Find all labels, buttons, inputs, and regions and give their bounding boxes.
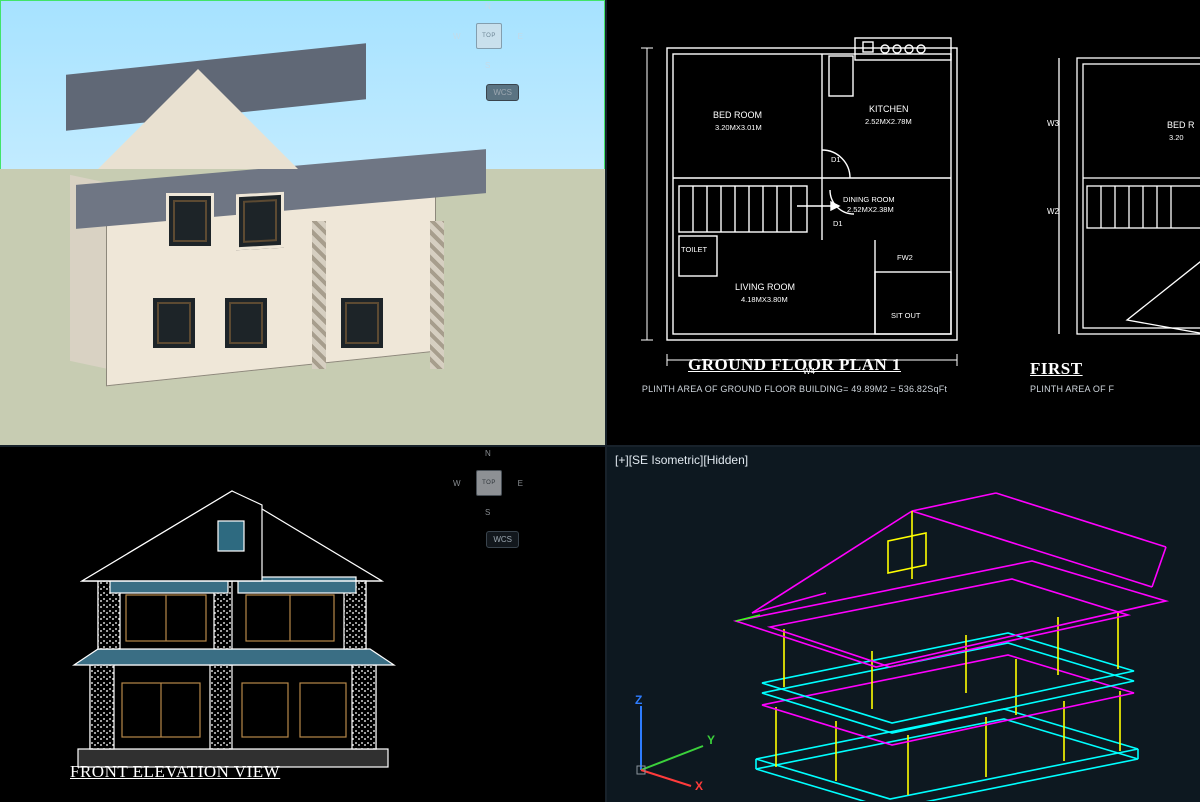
isometric-wireframe [666,471,1186,801]
viewport-controls: [+][SE Isometric][Hidden] [615,453,748,467]
room-toilet-label: TOILET [681,245,708,254]
plan2-title: FIRST [1030,359,1200,379]
door-fw2: FW2 [897,253,913,262]
room-living-label: LIVING ROOM [735,282,795,292]
room-kitchen-dim: 2.52MX2.78M [865,117,912,126]
ucs-y: Y [707,733,715,747]
viewcube-w: W [453,32,461,41]
viewcube[interactable]: TOP N E S W [459,453,519,513]
plan2-bed-label: BED R [1167,120,1195,130]
room-bed-dim: 3.20MX3.01M [715,123,762,132]
room-dining-label: DINING ROOM [843,195,895,204]
viewcube-e: E [518,32,523,41]
elevation-title: FRONT ELEVATION VIEW [70,762,280,782]
room-sitout-label: SIT OUT [891,311,921,320]
viewcube-face[interactable]: TOP [476,23,502,49]
door-d1a: D1 [831,155,841,164]
vp-control-style[interactable]: [Hidden] [703,453,748,467]
render-house [58,59,506,369]
plan2-subtitle: PLINTH AREA OF F [1030,384,1114,394]
viewport-elevation-front[interactable]: FRONT ELEVATION VIEW TOP N E S W WCS [0,447,605,802]
wcs-badge[interactable]: WCS [486,531,519,548]
viewport-plan-ground[interactable]: BED ROOM 3.20MX3.01M KITCHEN 2.52MX2.78M… [607,0,1200,445]
ucs-x: X [695,779,703,790]
plan1-title-block: GROUND FLOOR PLAN 1 PLINTH AREA OF GROUN… [607,355,982,397]
plan2-title-block: FIRST PLINTH AREA OF F [1030,359,1200,397]
plan2-w3: W3 [1047,119,1060,128]
elevation-drawing [60,477,420,777]
viewcube-face[interactable]: TOP [476,470,502,496]
door-d1b: D1 [833,219,843,228]
room-dining-dim: 2.52MX2.38M [847,205,894,214]
viewport-render[interactable]: TOP N E S W WCS [0,0,605,445]
viewport-isometric[interactable]: [+][SE Isometric][Hidden] [607,447,1200,802]
plan2-w2: W2 [1047,207,1060,216]
vp-control-expand[interactable]: [+] [615,453,629,467]
viewcube[interactable]: TOP N E S W [459,6,519,66]
plan1-subtitle: PLINTH AREA OF GROUND FLOOR BUILDING= 49… [642,384,947,394]
ucs-z: Z [635,694,642,707]
room-bed-label: BED ROOM [713,110,762,120]
vp-control-view[interactable]: [SE Isometric] [629,453,704,467]
viewcube-n: N [485,2,491,11]
plan1-title: GROUND FLOOR PLAN 1 [607,355,982,375]
wcs-badge[interactable]: WCS [486,84,519,101]
ucs-icon: Z Y X [621,694,731,790]
plan2-bed-dim: 3.20 [1169,133,1184,142]
viewcube-s: S [485,61,490,70]
room-living-dim: 4.18MX3.80M [741,295,788,304]
room-kitchen-label: KITCHEN [869,104,909,114]
